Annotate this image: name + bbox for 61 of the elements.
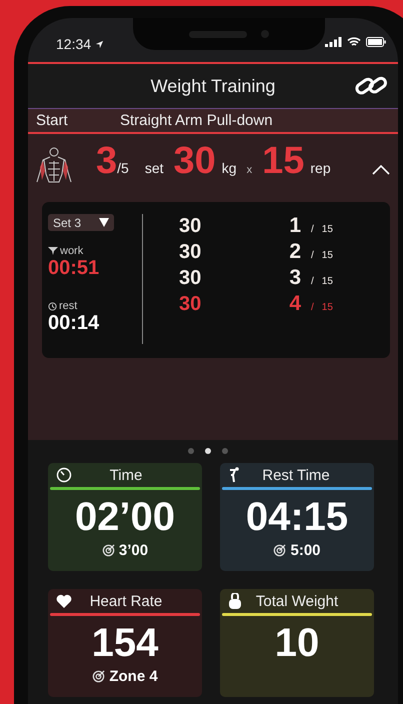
row-rep: 4 (288, 292, 301, 316)
row-rep: 1 (288, 214, 301, 238)
row-weight: 30 (179, 293, 202, 316)
card-target: Zone 4 (109, 668, 158, 685)
reps-value: 15 (262, 140, 304, 183)
set-dropdown[interactable]: Set 3 (48, 214, 114, 231)
row-total: 15 (322, 250, 333, 261)
card-value: 04:15 (246, 494, 348, 540)
status-time: 12:34 (56, 36, 92, 52)
screen-title: Weight Training (150, 76, 276, 96)
target-icon (273, 544, 286, 557)
row-total: 15 (322, 224, 333, 235)
reps-unit: rep (310, 160, 331, 176)
page-dot[interactable] (205, 448, 211, 454)
row-rep: 2 (288, 240, 301, 264)
heart-icon (56, 594, 72, 608)
target-icon (92, 670, 106, 683)
set-total: /5 (117, 160, 129, 176)
triangle-icon (99, 218, 109, 227)
work-time: 00:51 (48, 257, 100, 280)
chevron-icon[interactable] (372, 165, 390, 175)
page-dot[interactable] (188, 448, 194, 454)
card-value: 154 (92, 620, 158, 666)
target-icon (102, 544, 115, 557)
clock-icon (48, 302, 57, 310)
row-slash: / (311, 224, 314, 235)
figure-icon (228, 467, 240, 483)
kettlebell-icon (228, 593, 242, 609)
row-total: 15 (322, 276, 333, 287)
card-title: Time (108, 466, 144, 484)
set-unit: set (144, 160, 164, 176)
weight-value: 30 (174, 140, 216, 183)
row-weight: 30 (179, 241, 202, 264)
row-slash: / (311, 276, 314, 287)
signal-icon (325, 37, 342, 47)
current-set: 3 (96, 140, 118, 183)
row-total: 15 (322, 302, 333, 313)
card-value: 10 (274, 620, 320, 666)
row-weight: 30 (179, 215, 202, 238)
card-target: 5:00 (290, 542, 321, 559)
page-dot[interactable] (222, 448, 228, 454)
row-rep: 3 (288, 266, 301, 290)
row-slash: / (311, 250, 314, 261)
rest-label: rest (59, 300, 78, 312)
exercise-name: Straight Arm Pull-down (120, 112, 273, 129)
stopwatch-icon (56, 467, 72, 483)
row-weight: 30 (179, 267, 202, 290)
card-title: Heart Rate (88, 592, 164, 610)
row-slash: / (311, 302, 314, 313)
location-arrow-icon (95, 40, 104, 48)
card-title: Rest Time (261, 466, 331, 484)
card-value: 02’00 (74, 494, 176, 540)
battery-icon (366, 37, 386, 47)
work-label: work (60, 245, 84, 257)
wifi-icon (347, 37, 361, 47)
rest-time: 00:14 (48, 312, 100, 335)
start-label[interactable]: Start (36, 112, 120, 129)
card-title: Total Weight (254, 592, 340, 610)
weight-unit: kg (222, 160, 237, 176)
times-sign: x (246, 164, 252, 176)
card-target: 3’00 (118, 542, 148, 559)
